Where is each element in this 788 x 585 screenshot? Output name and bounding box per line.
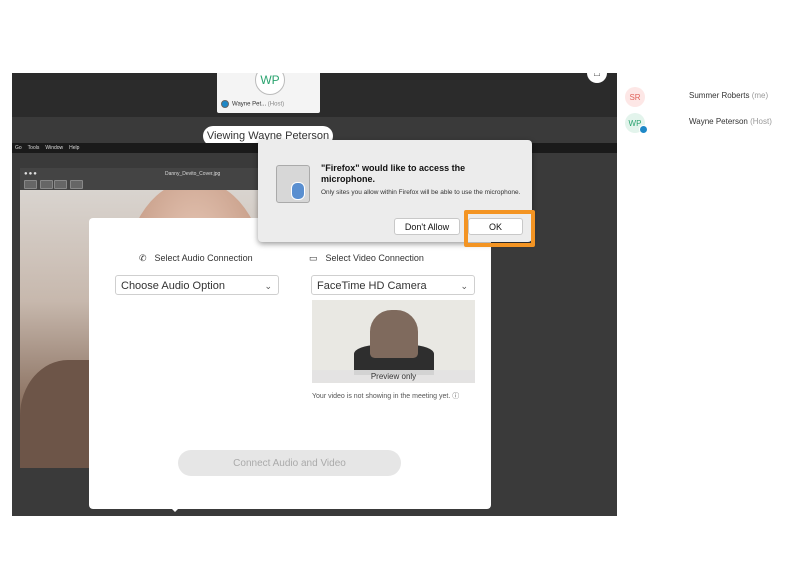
host-avatar: WP (255, 73, 285, 95)
video-heading-text: Select Video Connection (325, 253, 424, 263)
zoom-out-icon (40, 180, 53, 189)
audio-video-panel: Audio ✆Select Audio Connection ▭Select V… (89, 218, 491, 512)
menu-help: Help (69, 145, 80, 151)
host-video-tile[interactable]: WP Wayne Pet... (Host) (217, 73, 320, 113)
participants-panel: SR Summer Roberts (me) WP Wayne Peterson… (617, 73, 780, 516)
participant-name-text: Summer Roberts (689, 91, 750, 100)
window-controls-icon: ●●● (24, 171, 38, 177)
panel-pointer (169, 506, 181, 512)
phone-icon: ✆ (139, 253, 147, 263)
audio-option-select[interactable]: Choose Audio Option ⌄ (115, 275, 279, 295)
camera-select-value: FaceTime HD Camera (317, 280, 427, 292)
microphone-icon (291, 182, 305, 200)
participant-avatar: SR (625, 87, 645, 107)
ok-button-highlight (464, 210, 535, 247)
participant-row[interactable]: WP Wayne Peterson (Host) (625, 113, 780, 135)
video-preview: Preview only (312, 300, 475, 383)
participant-name: Summer Roberts (me) (689, 91, 768, 100)
chevron-down-icon: ⌄ (460, 281, 468, 291)
dialog-body: Only sites you allow within Firefox will… (321, 189, 521, 196)
app-window-title: Danny_Devito_Cover.jpg (165, 171, 221, 177)
host-status-icon (221, 100, 229, 108)
app-titlebar: ●●● Danny_Devito_Cover.jpg (20, 168, 270, 190)
dont-allow-button[interactable]: Don't Allow (394, 218, 460, 235)
sidebar-toggle-icon (24, 180, 37, 189)
host-tile-name: Wayne Pet... (232, 101, 267, 108)
audio-select-value: Choose Audio Option (121, 280, 225, 292)
audio-heading-text: Select Audio Connection (154, 253, 253, 263)
presenter-status-icon (639, 125, 648, 134)
menu-tools: Tools (27, 145, 40, 151)
host-tile-role: (Host) (267, 101, 285, 108)
participant-name-text: Wayne Peterson (689, 117, 748, 126)
dialog-title: "Firefox" would like to access the micro… (321, 163, 466, 184)
video-note-text: Your video is not showing in the meeting… (312, 393, 451, 400)
menu-window: Window (45, 145, 64, 151)
camera-select[interactable]: FaceTime HD Camera ⌄ (311, 275, 475, 295)
camera-icon: ▭ (309, 253, 318, 263)
preview-label: Preview only (312, 370, 475, 383)
participant-role: (me) (751, 91, 769, 100)
video-note: Your video is not showing in the meeting… (312, 392, 462, 402)
chevron-down-icon: ⌄ (264, 281, 272, 291)
video-heading: ▭ Select Video Connection (309, 253, 424, 264)
audio-heading: ✆ Select Audio Connection (139, 253, 253, 264)
participant-row[interactable]: SR Summer Roberts (me) (625, 87, 780, 109)
participant-role: (Host) (750, 117, 772, 126)
zoom-in-icon (54, 180, 67, 189)
preview-face (370, 310, 418, 358)
connect-audio-video-button[interactable]: Connect Audio and Video (178, 450, 401, 476)
participant-name: Wayne Peterson (Host) (689, 117, 772, 126)
menu-go: Go (15, 145, 22, 151)
firefox-microphone-icon (276, 165, 310, 203)
share-icon (70, 180, 83, 189)
host-tile-label: Wayne Pet... (Host) (221, 100, 284, 108)
info-icon[interactable]: ⓘ (452, 393, 459, 400)
